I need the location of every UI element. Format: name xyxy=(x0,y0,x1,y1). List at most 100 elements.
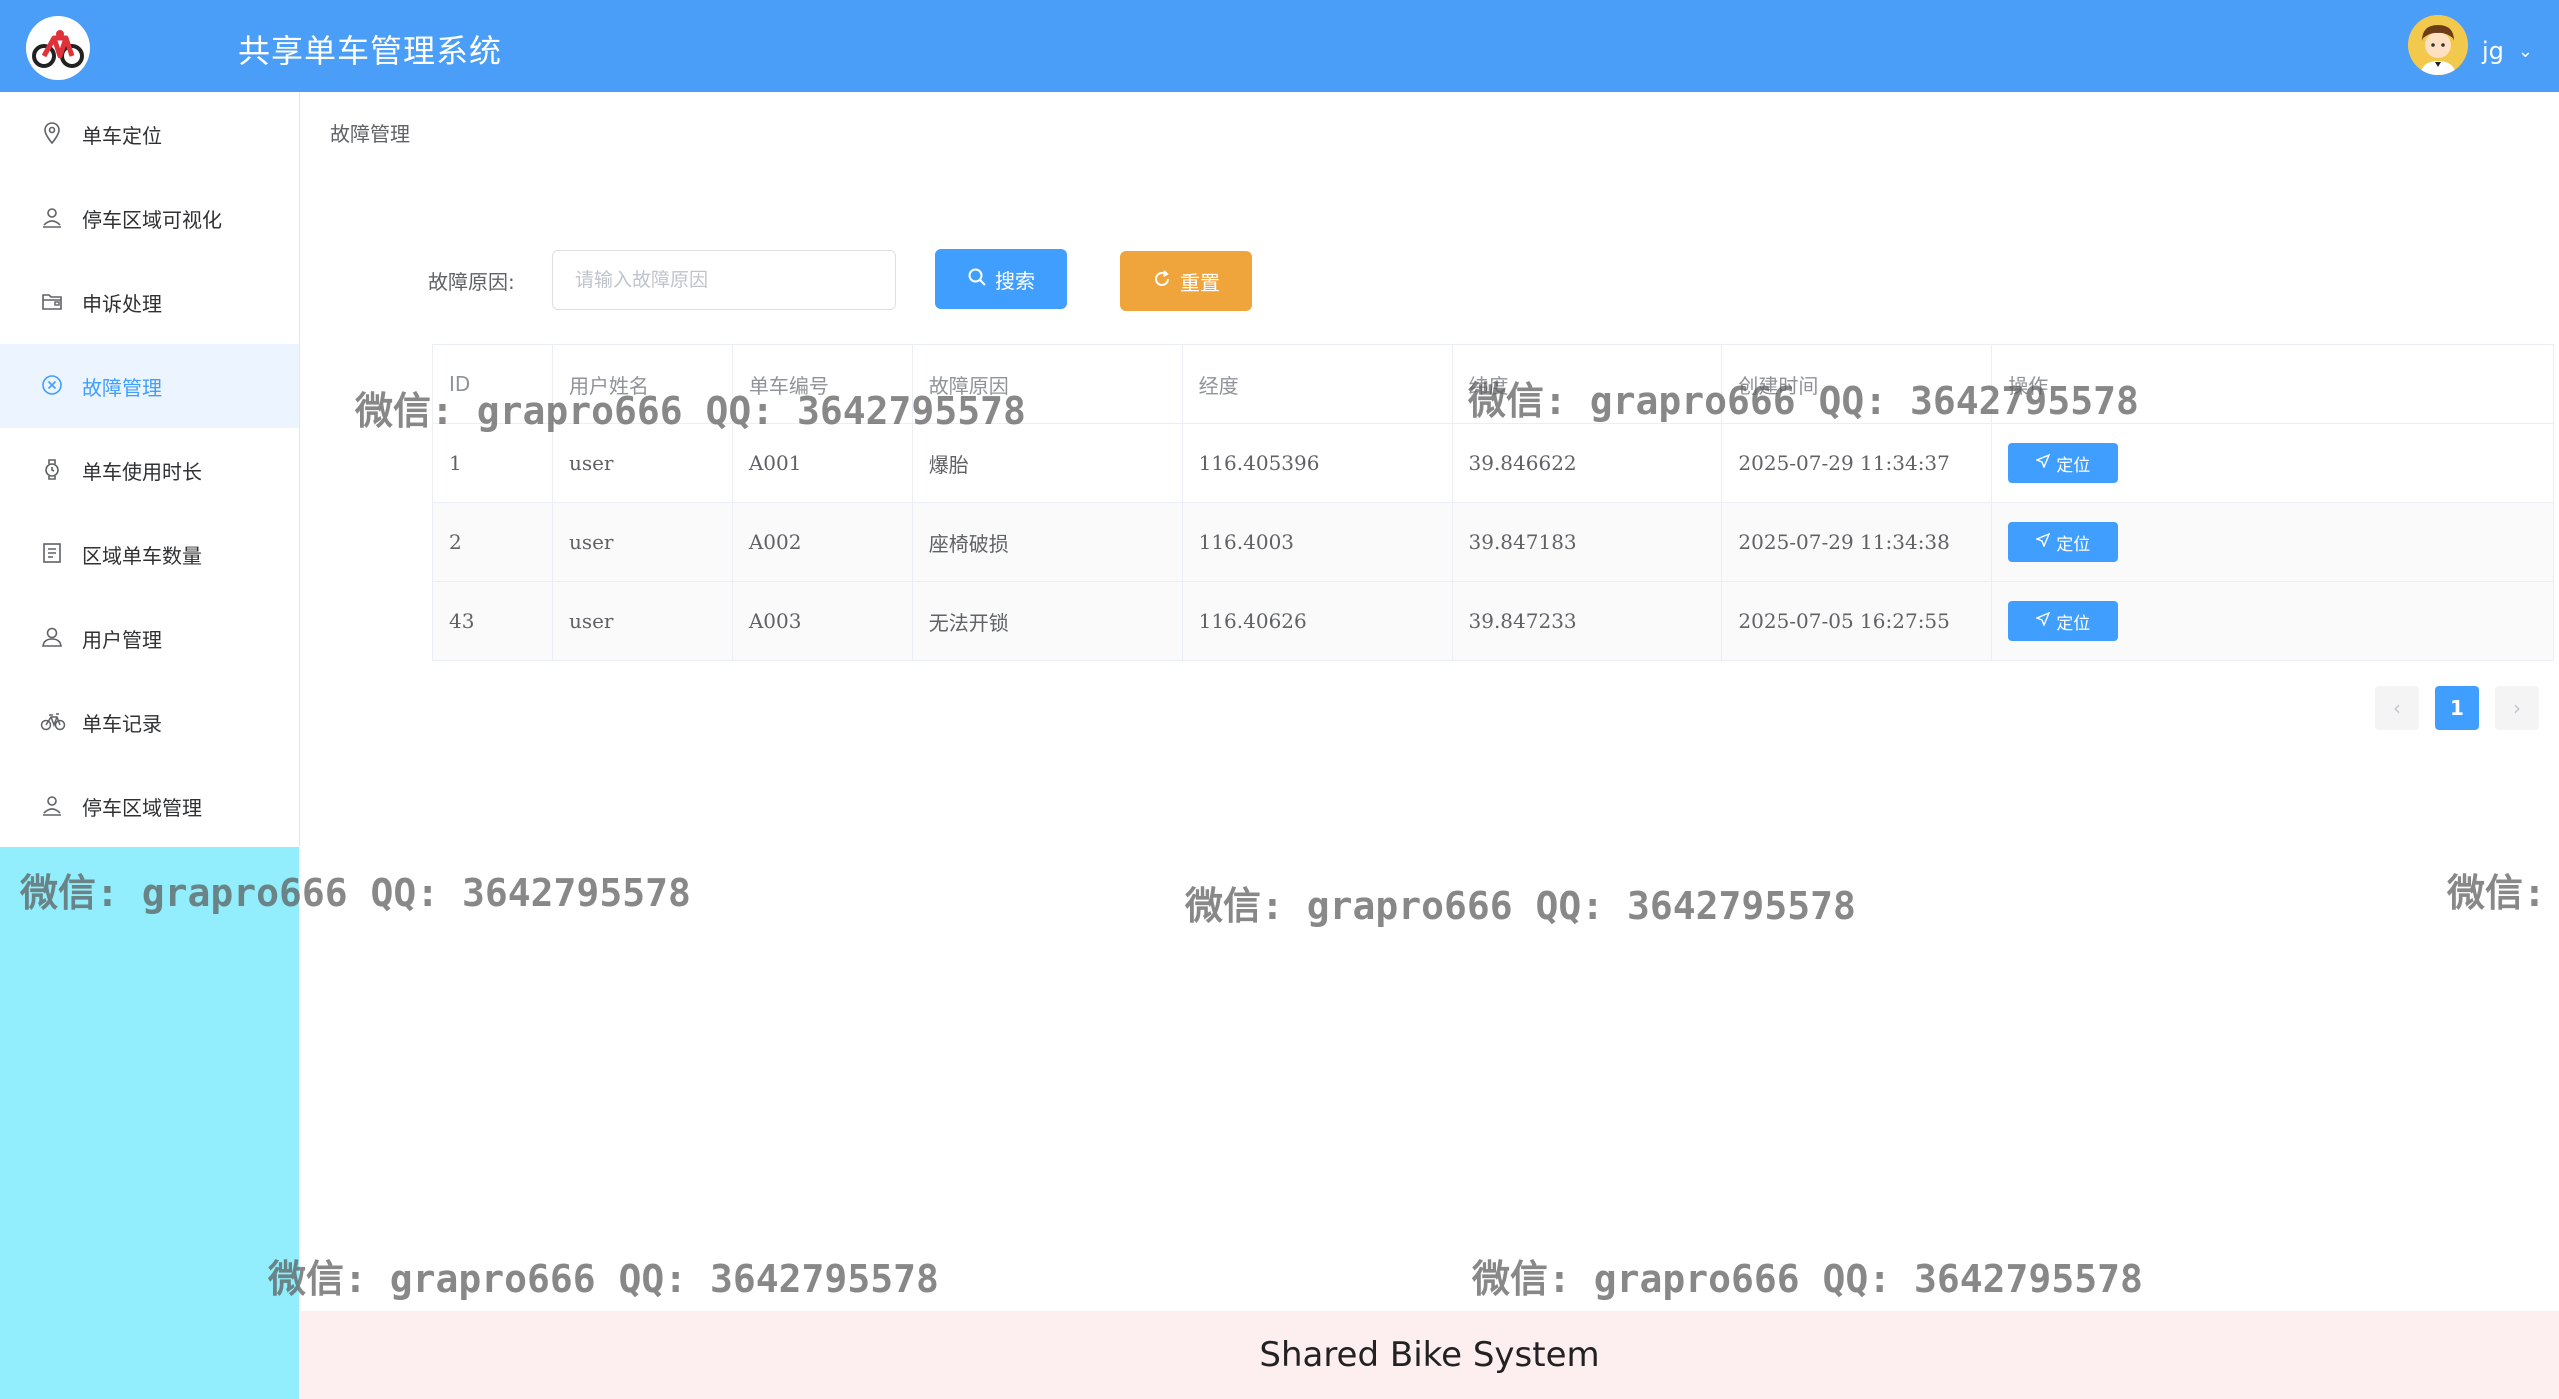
column-header-id: ID xyxy=(432,344,553,424)
locate-button-label: 定位 xyxy=(2056,534,2091,555)
fault-table: ID 用户姓名 单车编号 故障原因 经度 纬度 创建时间 操作 1 user A… xyxy=(432,344,2554,661)
sidebar-item-label: 单车定位 xyxy=(82,123,162,148)
watermark: 微信: grapro666 QQ: 3642795578 xyxy=(1185,884,1856,928)
refresh-icon xyxy=(1152,269,1172,294)
cell-bike-number: A003 xyxy=(732,581,913,661)
sidebar-item-label: 用户管理 xyxy=(82,627,162,652)
cell-fault-reason: 座椅破损 xyxy=(912,502,1183,582)
column-header-longitude: 经度 xyxy=(1182,344,1453,424)
watermark: 微信: xyxy=(2447,871,2546,915)
cell-username: user xyxy=(552,581,733,661)
sidebar-item-appeals[interactable]: 申诉处理 xyxy=(0,260,299,344)
column-header-fault-reason: 故障原因 xyxy=(912,344,1183,424)
pagination-next-button[interactable]: › xyxy=(2495,686,2539,730)
document-icon xyxy=(40,541,66,567)
user-icon xyxy=(40,625,66,651)
locate-button-label: 定位 xyxy=(2056,613,2091,634)
pagination-page-button[interactable]: 1 xyxy=(2435,686,2479,730)
sidebar-item-label: 故障管理 xyxy=(82,375,162,400)
navigation-arrow-icon xyxy=(2035,611,2051,631)
cell-latitude: 39.846622 xyxy=(1452,423,1723,503)
sidebar-item-label: 申诉处理 xyxy=(82,291,162,316)
cell-fault-reason: 爆胎 xyxy=(912,423,1183,503)
sidebar-empty-area xyxy=(0,847,299,1399)
cell-username: user xyxy=(552,423,733,503)
sidebar-item-parking-visual[interactable]: 停车区域可视化 xyxy=(0,176,299,260)
cell-created-time: 2025-07-29 11:34:37 xyxy=(1721,423,1993,503)
footer-text: Shared Bike System xyxy=(1259,1335,1600,1375)
sidebar-item-bike-records[interactable]: 单车记录 xyxy=(0,680,299,764)
location-pin-icon xyxy=(40,121,66,147)
cell-created-time: 2025-07-05 16:27:55 xyxy=(1721,581,1993,661)
cell-actions: 定位 xyxy=(1991,581,2554,661)
watch-icon xyxy=(40,457,66,483)
bicycle-icon xyxy=(40,709,66,735)
user-pin-icon xyxy=(40,793,66,819)
column-header-username: 用户姓名 xyxy=(552,344,733,424)
cell-id: 2 xyxy=(432,502,553,582)
cell-latitude: 39.847183 xyxy=(1452,502,1723,582)
cell-bike-number: A002 xyxy=(732,502,913,582)
username[interactable]: jg xyxy=(2482,37,2504,65)
locate-button[interactable]: 定位 xyxy=(2008,522,2119,562)
column-header-latitude: 纬度 xyxy=(1452,344,1723,424)
cell-longitude: 116.405396 xyxy=(1182,423,1453,503)
column-header-bike-number: 单车编号 xyxy=(732,344,913,424)
breadcrumb[interactable]: 故障管理 xyxy=(330,118,410,147)
table-header-row: ID 用户姓名 单车编号 故障原因 经度 纬度 创建时间 操作 xyxy=(432,344,2554,424)
search-button[interactable]: 搜索 xyxy=(935,249,1067,309)
sidebar-item-label: 停车区域管理 xyxy=(82,795,202,820)
table-row: 1 user A001 爆胎 116.405396 39.846622 2025… xyxy=(432,423,2554,503)
table-row: 43 user A003 无法开锁 116.40626 39.847233 20… xyxy=(432,581,2554,661)
table-row: 2 user A002 座椅破损 116.4003 39.847183 2025… xyxy=(432,502,2554,582)
user-pin-icon xyxy=(40,205,66,231)
sidebar-item-bike-location[interactable]: 单车定位 xyxy=(0,92,299,176)
sidebar-item-usage-duration[interactable]: 单车使用时长 xyxy=(0,428,299,512)
sidebar-item-parking-area-management[interactable]: 停车区域管理 xyxy=(0,764,299,848)
sidebar: 单车定位 停车区域可视化 申诉处理 故障管理 单车使用时长 区域单车数量 用户管… xyxy=(0,92,300,847)
folder-icon xyxy=(40,289,66,315)
sidebar-item-label: 停车区域可视化 xyxy=(82,207,222,232)
cell-id: 43 xyxy=(432,581,553,661)
cell-actions: 定位 xyxy=(1991,423,2554,503)
sidebar-item-label: 单车使用时长 xyxy=(82,459,202,484)
chevron-down-icon[interactable]: ⌄ xyxy=(2518,41,2533,62)
sidebar-item-label: 区域单车数量 xyxy=(82,543,202,568)
locate-button[interactable]: 定位 xyxy=(2008,601,2119,641)
footer: Shared Bike System xyxy=(300,1311,2559,1399)
sidebar-item-area-bike-count[interactable]: 区域单车数量 xyxy=(0,512,299,596)
locate-button[interactable]: 定位 xyxy=(2008,443,2119,483)
column-header-actions: 操作 xyxy=(1991,344,2554,424)
cell-actions: 定位 xyxy=(1991,502,2554,582)
watermark: 微信: grapro666 QQ: 3642795578 xyxy=(1472,1257,2143,1301)
app-title: 共享单车管理系统 xyxy=(238,32,503,70)
sidebar-item-user-management[interactable]: 用户管理 xyxy=(0,596,299,680)
cell-longitude: 116.40626 xyxy=(1182,581,1453,661)
navigation-arrow-icon xyxy=(2035,453,2051,473)
cell-latitude: 39.847233 xyxy=(1452,581,1723,661)
cell-username: user xyxy=(552,502,733,582)
reset-button[interactable]: 重置 xyxy=(1120,251,1252,311)
locate-button-label: 定位 xyxy=(2056,455,2091,476)
sidebar-item-fault-management[interactable]: 故障管理 xyxy=(0,344,299,428)
navigation-arrow-icon xyxy=(2035,532,2051,552)
cell-bike-number: A001 xyxy=(732,423,913,503)
sidebar-item-label: 单车记录 xyxy=(82,711,162,736)
search-label: 故障原因: xyxy=(428,270,515,294)
cell-fault-reason: 无法开锁 xyxy=(912,581,1183,661)
top-header: 共享单车管理系统 jg ⌄ xyxy=(0,0,2559,92)
cell-longitude: 116.4003 xyxy=(1182,502,1453,582)
fault-reason-search-input[interactable] xyxy=(552,250,896,310)
bicycle-logo-icon xyxy=(26,16,90,80)
search-icon xyxy=(967,267,987,292)
reset-button-label: 重置 xyxy=(1180,270,1220,295)
watermark: 微信: grapro666 QQ: 3642795578 xyxy=(268,1257,939,1301)
pagination-prev-button[interactable]: ‹ xyxy=(2375,686,2419,730)
cell-created-time: 2025-07-29 11:34:38 xyxy=(1721,502,1993,582)
search-button-label: 搜索 xyxy=(995,268,1035,293)
user-menu[interactable]: jg ⌄ xyxy=(2408,14,2533,76)
cell-id: 1 xyxy=(432,423,553,503)
circle-x-icon xyxy=(40,373,66,399)
user-avatar-icon[interactable] xyxy=(2408,15,2468,75)
column-header-created-time: 创建时间 xyxy=(1721,344,1993,424)
